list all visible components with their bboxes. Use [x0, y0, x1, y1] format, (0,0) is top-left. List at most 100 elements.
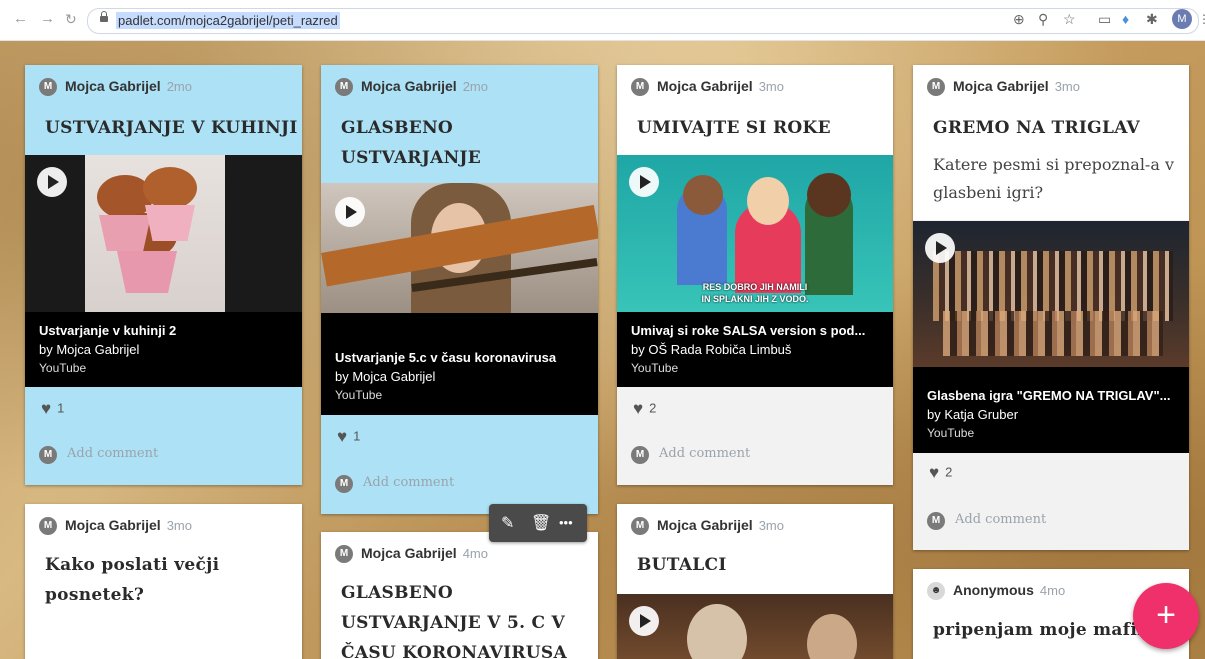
heart-icon[interactable]: ♥ [633, 399, 643, 419]
title-line: BUTALCI [637, 555, 727, 575]
cast-icon[interactable]: ▭ [1098, 9, 1111, 29]
post-time: 3mo [758, 518, 784, 533]
post-author: M Mojca Gabrijel 3mo [39, 517, 192, 537]
video-source: YouTube [631, 361, 679, 375]
back-icon[interactable]: ← [13, 11, 28, 27]
play-icon[interactable] [335, 197, 365, 227]
comment-placeholder: Add comment [363, 475, 455, 490]
title-line: USTVARJANJE V 5. C V [341, 613, 566, 633]
author-avatar: M [631, 78, 649, 97]
title-line: pripenjam moje mafine [933, 620, 1161, 640]
post-body: Katere pesmi si prepoznal-a v glasbeni i… [933, 151, 1174, 207]
video-thumbnail[interactable] [913, 221, 1189, 367]
author-avatar: M [335, 545, 353, 564]
title-line: posnetek? [45, 585, 145, 605]
video-source: YouTube [927, 426, 975, 440]
more-options-icon[interactable]: ••• [559, 515, 573, 530]
forward-icon[interactable]: → [40, 11, 55, 27]
video-thumbnail[interactable] [25, 155, 302, 312]
video-info[interactable]: Umivaj si roke SALSA version s pod... by… [617, 312, 893, 387]
author-avatar: M [39, 78, 57, 97]
post-author: M Mojca Gabrijel 3mo [631, 517, 784, 537]
title-line: ČASU KORONAVIRUSA [341, 643, 567, 659]
post-time: 3mo [166, 518, 192, 533]
post-card[interactable]: M Mojca Gabrijel 3mo UMIVAJTE SI ROKE RES … [617, 65, 893, 485]
video-title: Umivaj si roke SALSA version s pod... [631, 323, 866, 338]
video-title: Ustvarjanje 5.c v času koronavirusa [335, 350, 557, 365]
like-button[interactable]: ♥ 2 [929, 463, 952, 483]
video-author: by Mojca Gabrijel [335, 369, 436, 384]
edit-pencil-icon[interactable]: ✎ [501, 513, 514, 533]
play-icon[interactable] [629, 606, 659, 636]
post-title: GLASBENO USTVARJANJE V 5. C V ČASU KORON… [341, 578, 567, 659]
video-info[interactable]: Ustvarjanje v kuhinji 2 by Mojca Gabrije… [25, 312, 302, 387]
title-line: UMIVAJTE SI ROKE [637, 118, 831, 138]
heart-icon[interactable]: ♥ [337, 427, 347, 447]
url-text[interactable]: padlet.com/mojca2gabrijel/peti_razred [116, 12, 340, 29]
post-card[interactable]: M Mojca Gabrijel 4mo GLASBENO USTVARJANJE … [321, 532, 598, 659]
add-post-button[interactable]: + [1133, 583, 1199, 649]
like-button[interactable]: ♥ 1 [41, 399, 64, 419]
commenter-avatar: M [631, 446, 649, 464]
profile-avatar[interactable]: M [1172, 9, 1192, 29]
post-actions-toolbar: ✎ 🗑 ••• [489, 504, 587, 542]
add-comment[interactable]: M Add comment [335, 475, 454, 493]
title-line: USTVARJANJE V KUHINJI [45, 118, 298, 138]
video-title: Ustvarjanje v kuhinji 2 [39, 323, 177, 338]
heart-icon[interactable]: ♥ [929, 463, 939, 483]
post-card[interactable]: M Mojca Gabrijel 3mo Kako poslati večji po… [25, 504, 302, 659]
author-avatar: M [631, 517, 649, 536]
video-thumbnail[interactable] [617, 594, 893, 659]
like-button[interactable]: ♥ 2 [633, 399, 656, 419]
post-card[interactable]: M Mojca Gabrijel 2mo GLASBENO USTVARJANJE … [321, 65, 598, 514]
video-author: by OŠ Rada Robiča Limbuš [631, 342, 792, 357]
bookmark-star-icon[interactable]: ☆ [1063, 9, 1076, 29]
video-thumbnail[interactable] [321, 183, 598, 313]
play-icon[interactable] [37, 167, 67, 197]
like-count: 2 [945, 464, 953, 480]
author-name: Mojca Gabrijel [65, 78, 161, 94]
post-title: BUTALCI [637, 550, 727, 580]
video-thumbnail[interactable]: RES DOBRO JIH NAMILI IN SPLAKNI JIH Z VO… [617, 155, 893, 312]
add-comment[interactable]: M Add comment [39, 446, 158, 464]
reload-icon[interactable]: ↻ [65, 11, 77, 27]
like-button[interactable]: ♥ 1 [337, 427, 360, 447]
title-line: GREMO NA TRIGLAV [933, 118, 1140, 138]
menu-icon[interactable]: ⋮ [1198, 9, 1205, 29]
post-author: ☻ Anonymous 4mo [927, 582, 1065, 602]
author-name: Mojca Gabrijel [65, 517, 161, 533]
title-line: GLASBENO [341, 583, 454, 603]
trash-icon[interactable]: 🗑 [531, 513, 551, 533]
video-info[interactable]: Glasbena igra "GREMO NA TRIGLAV"... by K… [913, 367, 1189, 453]
post-card[interactable]: M Mojca Gabrijel 2mo USTVARJANJE V KUHINJI… [25, 65, 302, 485]
body-line: Katere pesmi si prepoznal-a v [933, 155, 1174, 174]
zoom-icon[interactable]: ⚲ [1038, 9, 1048, 29]
play-icon[interactable] [629, 167, 659, 197]
title-line: Kako poslati večji [45, 555, 220, 575]
lock-icon [100, 11, 108, 24]
body-line: glasbeni igri? [933, 183, 1044, 202]
heart-icon[interactable]: ♥ [41, 399, 51, 419]
post-card[interactable]: M Mojca Gabrijel 3mo BUTALCI [617, 504, 893, 659]
add-comment[interactable]: M Add comment [631, 446, 750, 464]
address-bar[interactable]: padlet.com/mojca2gabrijel/peti_razred [87, 8, 1199, 34]
add-comment[interactable]: M Add comment [927, 512, 1046, 530]
post-author: M Mojca Gabrijel 2mo [39, 78, 192, 98]
puzzle-icon[interactable]: ✱ [1146, 9, 1158, 29]
extension-icon[interactable]: ♦ [1122, 9, 1129, 29]
post-author: M Mojca Gabrijel 3mo [927, 78, 1080, 98]
post-card[interactable]: M Mojca Gabrijel 3mo GREMO NA TRIGLAV Kate… [913, 65, 1189, 550]
author-name: Mojca Gabrijel [953, 78, 1049, 94]
post-title: Kako poslati večji posnetek? [45, 550, 219, 610]
like-count: 2 [649, 400, 657, 416]
video-title: Glasbena igra "GREMO NA TRIGLAV"... [927, 388, 1171, 403]
anonymous-avatar-icon: ☻ [927, 582, 945, 601]
play-icon[interactable] [925, 233, 955, 263]
post-title: GLASBENO USTVARJANJE [341, 113, 481, 173]
author-name: Mojca Gabrijel [657, 517, 753, 533]
comment-placeholder: Add comment [659, 446, 751, 461]
video-info[interactable]: Ustvarjanje 5.c v času koronavirusa by M… [321, 313, 598, 415]
install-icon[interactable]: ⊕ [1013, 9, 1025, 29]
post-title: USTVARJANJE V KUHINJI [45, 113, 298, 143]
post-title: GREMO NA TRIGLAV [933, 113, 1140, 143]
